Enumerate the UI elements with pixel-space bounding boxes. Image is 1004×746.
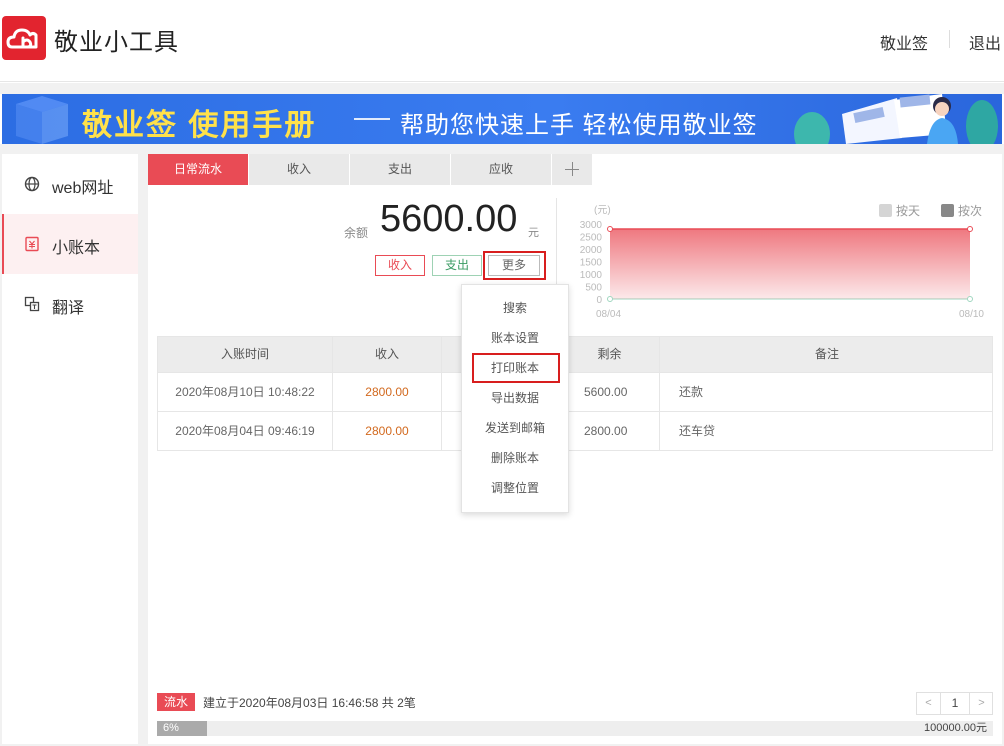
y-tick-label: 2500 <box>580 233 603 244</box>
balance-unit: 元 <box>528 227 539 239</box>
tab-income[interactable]: 收入 <box>249 154 349 185</box>
add-tab-button[interactable] <box>552 154 592 185</box>
header-balance[interactable]: 剩余 <box>560 337 660 372</box>
sidebar-item-label: 小账本 <box>52 240 101 257</box>
sidebar-item-translate[interactable]: 翻译 <box>2 274 138 334</box>
header-divider <box>949 30 950 48</box>
baseline-point <box>607 296 613 302</box>
menu-item-delete-ledger[interactable]: 删除账本 <box>462 443 568 473</box>
x-tick-label: 08/04 <box>596 309 621 320</box>
cell-note: 还车贷 <box>679 424 716 438</box>
ledger-created-info: 建立于2020年08月03日 16:46:58 共 2笔 <box>203 696 416 710</box>
baseline-point <box>967 296 973 302</box>
y-tick-label: 0 <box>596 295 602 306</box>
app-title: 敬业小工具 <box>54 29 179 56</box>
y-tick-label: 500 <box>585 283 602 294</box>
cell-time: 2020年08月10日 10:48:22 <box>158 373 333 411</box>
sidebar-item-ledger[interactable]: 小账本 <box>2 214 138 274</box>
more-menu: 搜索 账本设置 打印账本 导出数据 发送到邮箱 删除账本 调整位置 <box>461 284 569 513</box>
header-income[interactable]: 收入 <box>333 337 442 372</box>
sidebar-item-label: web网址 <box>52 180 114 197</box>
y-tick-label: 2000 <box>580 245 603 256</box>
table-header-row: 入账时间 收入 支出 剩余 备注 <box>158 337 992 372</box>
tab-daily-flow[interactable]: 日常流水 <box>148 154 248 185</box>
banner-illustration <box>794 94 998 144</box>
cell-balance: 5600.00 <box>560 373 660 411</box>
sidebar-item-label: 翻译 <box>52 300 85 317</box>
prev-page-button[interactable]: < <box>917 693 941 714</box>
tab-expense[interactable]: 支出 <box>350 154 450 185</box>
cell-balance: 2800.00 <box>560 412 660 450</box>
ledger-panel: 日常流水 收入 支出 应收 余额 5600.00 元 收入 支出 更多 按天 按… <box>148 154 1002 744</box>
menu-item-send-email[interactable]: 发送到邮箱 <box>462 413 568 443</box>
more-button-highlight <box>483 251 546 280</box>
table-row[interactable]: 2020年08月04日 09:46:19 2800.00 2800.00 还车贷 <box>158 411 992 450</box>
flow-badge: 流水 <box>157 693 195 711</box>
jingyeqian-link[interactable]: 敬业签 <box>880 30 928 54</box>
balance-value: 5600.00 <box>380 198 518 240</box>
ledger-table: 入账时间 收入 支出 剩余 备注 2020年08月10日 10:48:22 28… <box>157 336 993 451</box>
translate-icon <box>24 296 40 312</box>
x-tick-label: 08/10 <box>959 309 984 320</box>
banner-title: 敬业签 使用手册 <box>82 109 317 142</box>
add-expense-button[interactable]: 支出 <box>432 255 482 276</box>
progress-percent: 6% <box>163 722 179 734</box>
print-item-highlight <box>472 353 560 383</box>
data-point <box>607 226 613 232</box>
banner-cube-decoration <box>16 96 68 144</box>
banner-subtitle: 帮助您快速上手 轻松使用敬业签 <box>400 112 758 139</box>
menu-item-search[interactable]: 搜索 <box>462 293 568 323</box>
manual-banner[interactable]: 敬业签 使用手册 帮助您快速上手 轻松使用敬业签 <box>2 94 1002 144</box>
header-gap <box>0 83 1004 94</box>
cloud-logo-icon <box>6 28 38 49</box>
tab-receivable[interactable]: 应收 <box>451 154 551 185</box>
top-header: 敬业小工具 敬业签 退出 <box>0 0 1004 82</box>
menu-item-export-data[interactable]: 导出数据 <box>462 383 568 413</box>
app-logo[interactable] <box>2 16 46 60</box>
y-tick-label: 1500 <box>580 258 603 269</box>
cell-time: 2020年08月04日 09:46:19 <box>158 412 333 450</box>
y-axis-unit-label: (元) <box>594 205 611 216</box>
y-tick-label: 1000 <box>580 270 603 281</box>
data-point <box>967 226 973 232</box>
logout-link[interactable]: 退出 <box>969 30 1001 54</box>
next-page-button[interactable]: > <box>969 693 993 714</box>
sidebar: web网址 小账本 翻译 <box>2 154 138 744</box>
menu-item-adjust-position[interactable]: 调整位置 <box>462 473 568 503</box>
banner-dash <box>354 118 390 120</box>
y-tick-label: 3000 <box>580 220 603 231</box>
pagination: < 1 > <box>916 692 993 715</box>
menu-item-ledger-settings[interactable]: 账本设置 <box>462 323 568 353</box>
globe-icon <box>24 176 40 192</box>
cell-income: 2800.00 <box>333 412 442 450</box>
table-row[interactable]: 2020年08月10日 10:48:22 2800.00 5600.00 还款 <box>158 372 992 411</box>
ledger-progress-bar: 6% 100000.00元 <box>157 721 993 736</box>
cell-income: 2800.00 <box>333 373 442 411</box>
cell-note: 还款 <box>679 385 704 399</box>
progress-total: 100000.00元 <box>924 722 987 734</box>
ledger-icon <box>25 236 39 252</box>
balance-chart: (元) 0500 10001500 20002500 3000 08/04 08/10 <box>580 205 985 320</box>
add-income-button[interactable]: 收入 <box>375 255 425 276</box>
sidebar-item-web-url[interactable]: web网址 <box>2 154 138 214</box>
header-note[interactable]: 备注 <box>660 337 994 372</box>
header-time[interactable]: 入账时间 <box>158 337 333 372</box>
current-page[interactable]: 1 <box>941 693 969 714</box>
balance-label: 余额 <box>344 226 369 240</box>
balance-area <box>610 229 970 299</box>
